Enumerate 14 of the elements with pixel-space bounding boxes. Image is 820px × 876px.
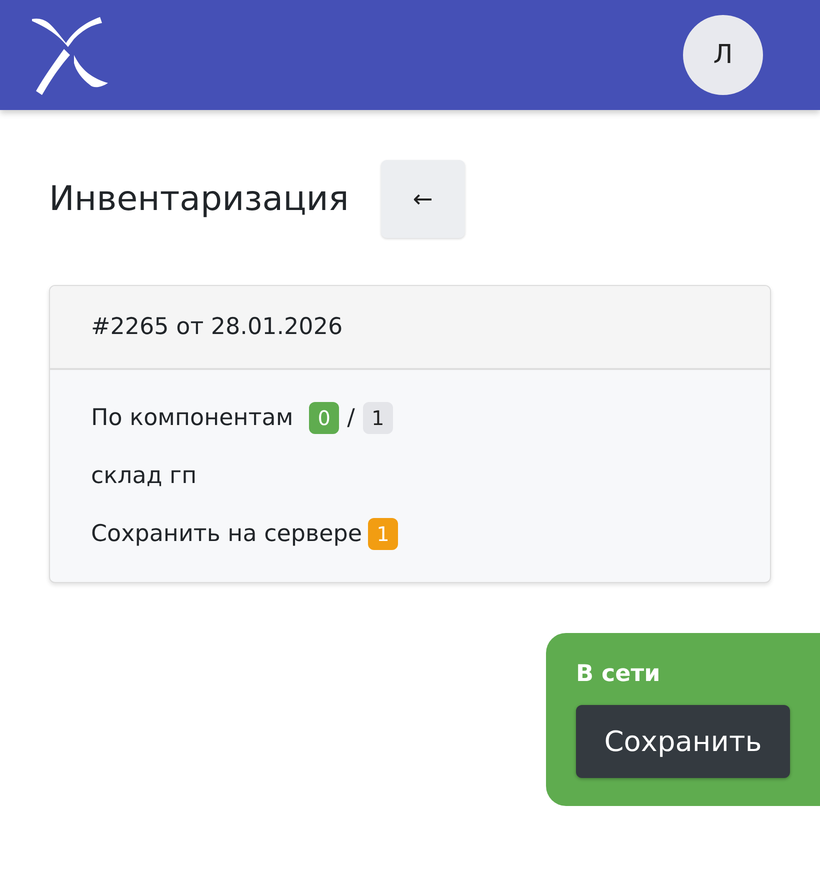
document-title: #2265 от 28.01.2026	[91, 314, 343, 340]
slash: /	[347, 405, 355, 431]
save-button[interactable]: Сохранить	[576, 705, 790, 778]
save-on-server-label: Сохранить на сервере	[91, 521, 362, 547]
total-count: 1	[362, 402, 393, 434]
pending-count: 1	[368, 518, 398, 550]
connection-status: В сети	[576, 661, 660, 687]
components-label: По компонентам	[91, 405, 294, 431]
page-title: Инвентаризация	[49, 179, 349, 219]
done-count: 0	[309, 402, 340, 434]
logo-icon[interactable]	[30, 15, 110, 95]
back-button[interactable]: ←	[380, 160, 465, 238]
warehouse-name: склад гп	[91, 463, 197, 489]
user-avatar[interactable]: Л	[683, 15, 763, 95]
